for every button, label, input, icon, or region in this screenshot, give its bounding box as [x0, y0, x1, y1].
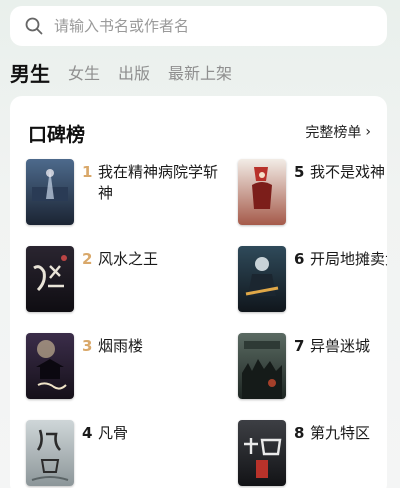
book-title-7: 异兽迷城 — [310, 337, 371, 355]
tab-female[interactable]: 女生 — [68, 60, 100, 88]
rank-number-1: 1 — [82, 163, 93, 181]
book-cover-7[interactable] — [238, 333, 286, 399]
rank-number-3: 3 — [82, 337, 93, 355]
category-tabs: 男生 女生 出版 最新上架 — [10, 58, 232, 88]
page: 男生 女生 出版 最新上架 口碑榜 完整榜单 › 1 我在精神病 — [0, 0, 400, 488]
book-item-7[interactable]: 7 异兽迷城 — [238, 333, 387, 401]
book-item-5[interactable]: 5 我不是戏神 — [238, 159, 387, 227]
ranking-title: 口碑榜 — [28, 124, 86, 146]
tab-newest[interactable]: 最新上架 — [168, 60, 232, 88]
book-item-3[interactable]: 3 烟雨楼 — [26, 333, 226, 401]
book-title-8: 第九特区 — [310, 424, 371, 442]
search-bar[interactable] — [10, 6, 387, 46]
book-cover-8[interactable] — [238, 420, 286, 486]
search-icon — [25, 17, 43, 35]
book-item-8[interactable]: 8 第九特区 — [238, 420, 387, 488]
full-ranking-link[interactable]: 完整榜单 › — [305, 122, 371, 142]
rank-number-7: 7 — [294, 337, 305, 355]
rank-number-4: 4 — [82, 424, 93, 442]
book-title-3: 烟雨楼 — [98, 337, 144, 355]
book-cover-6[interactable] — [238, 246, 286, 312]
rank-number-8: 8 — [294, 424, 305, 442]
rank-number-6: 6 — [294, 250, 305, 268]
book-title-5: 我不是戏神 — [310, 163, 386, 181]
rank-number-5: 5 — [294, 163, 305, 181]
ranking-card: 口碑榜 完整榜单 › 1 我在精神病院学斩神 2 风水之王 3 烟雨楼 4 凡骨… — [10, 96, 387, 488]
book-item-2[interactable]: 2 风水之王 — [26, 246, 226, 314]
book-title-2: 风水之王 — [98, 250, 159, 268]
chevron-right-icon: › — [365, 124, 371, 140]
book-cover-2[interactable] — [26, 246, 74, 312]
rank-number-2: 2 — [82, 250, 93, 268]
tab-male[interactable]: 男生 — [10, 60, 50, 88]
book-item-4[interactable]: 4 凡骨 — [26, 420, 226, 488]
book-cover-4[interactable] — [26, 420, 74, 486]
book-cover-1[interactable] — [26, 159, 74, 225]
book-title-1: 我在精神病院学斩神 — [98, 163, 219, 202]
book-cover-3[interactable] — [26, 333, 74, 399]
book-item-1[interactable]: 1 我在精神病院学斩神 — [26, 159, 226, 227]
book-title-4: 凡骨 — [98, 424, 129, 442]
book-cover-5[interactable] — [238, 159, 286, 225]
full-ranking-label: 完整榜单 — [305, 125, 362, 141]
book-title-6: 开局地摊卖大力 — [310, 250, 387, 268]
tab-publishing[interactable]: 出版 — [118, 60, 150, 88]
search-input[interactable] — [54, 17, 354, 35]
book-item-6[interactable]: 6 开局地摊卖大力 — [238, 246, 387, 314]
